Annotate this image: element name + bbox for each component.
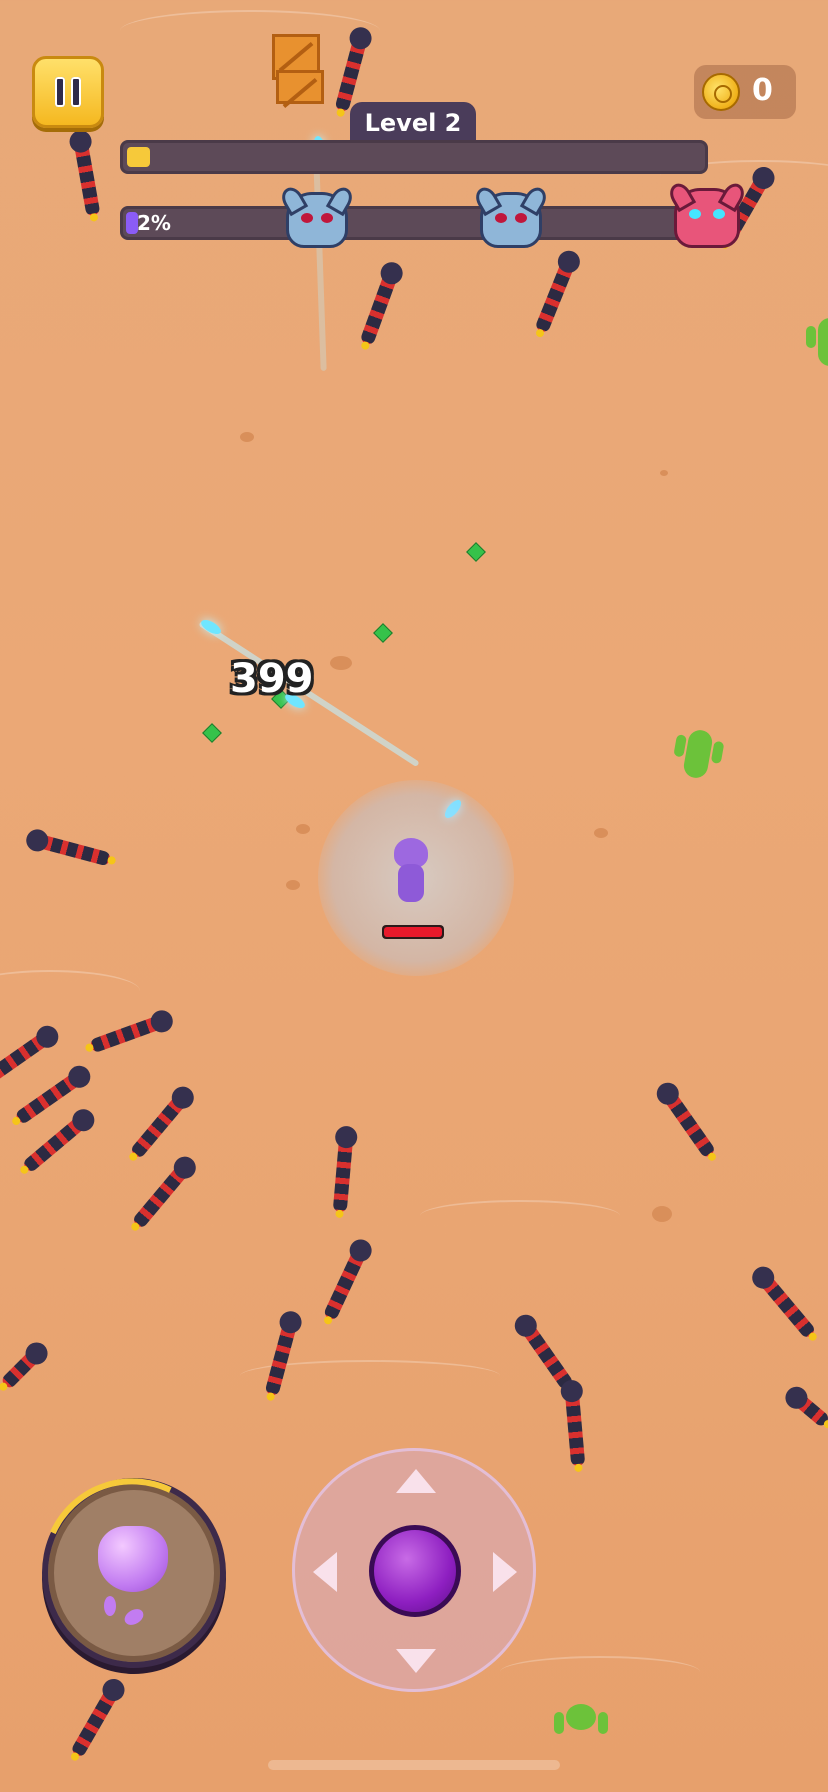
- snake-enemy: [661, 1088, 717, 1160]
- snake-enemy: [88, 1014, 166, 1054]
- boss-marker-skull-icon: [471, 183, 551, 248]
- snake-enemy: [73, 139, 101, 217]
- xp-progress-fill: [127, 147, 150, 167]
- coin-count: 0: [752, 73, 773, 108]
- xp-gem: [373, 623, 393, 643]
- joystick[interactable]: [292, 1448, 536, 1692]
- coin-counter: 0: [694, 65, 796, 119]
- arrow-left-icon: [313, 1552, 337, 1592]
- pebble: [240, 432, 254, 442]
- skill-button[interactable]: [15, 1452, 253, 1694]
- pebble: [330, 656, 352, 670]
- arrow-up-icon: [396, 1469, 436, 1493]
- arrow-down-icon: [396, 1649, 436, 1673]
- snake-enemy: [129, 1092, 189, 1160]
- player-health-fill: [384, 927, 442, 937]
- level-label: Level 2: [350, 102, 476, 142]
- xp-progress-bar: [120, 140, 708, 174]
- pebble: [652, 1206, 672, 1222]
- wooden-crate: [276, 70, 324, 104]
- player-health-bar: [382, 925, 444, 939]
- snake-enemy: [21, 1114, 89, 1174]
- xp-gem: [202, 723, 222, 743]
- xp-gem: [466, 542, 486, 562]
- cactus: [554, 1704, 608, 1734]
- pause-button[interactable]: [32, 56, 104, 128]
- cactus: [806, 318, 828, 366]
- player-wizard: [392, 838, 430, 904]
- pebble: [296, 824, 310, 834]
- snake-enemy: [332, 1135, 354, 1213]
- snake-enemy: [359, 269, 399, 347]
- boss-marker-red-skull-icon: [665, 179, 749, 248]
- frost-trail: [313, 150, 327, 371]
- arrow-right-icon: [493, 1552, 517, 1592]
- pebble: [594, 828, 608, 838]
- coin-icon: [702, 73, 740, 111]
- pebble: [660, 470, 668, 476]
- pause-icon: [55, 77, 65, 107]
- purple-slime-icon: [98, 1526, 168, 1592]
- home-indicator: [268, 1760, 560, 1770]
- snake-enemy: [757, 1272, 817, 1340]
- wave-percent: 2%: [137, 211, 171, 235]
- wave-progress-bar: 2%: [120, 206, 714, 240]
- snake-enemy: [564, 1389, 586, 1467]
- snake-enemy: [791, 1391, 828, 1429]
- snake-enemy: [534, 258, 576, 334]
- snake-enemy: [0, 1030, 53, 1086]
- joystick-knob[interactable]: [369, 1525, 461, 1617]
- pebble: [286, 880, 300, 890]
- snake-enemy: [131, 1162, 191, 1230]
- snake-enemy: [0, 1347, 43, 1391]
- snake-enemy: [69, 1685, 121, 1759]
- snake-enemy: [334, 35, 368, 113]
- boss-marker-skull-icon: [277, 183, 357, 248]
- damage-number: 399: [230, 656, 314, 702]
- cactus: [682, 728, 714, 780]
- snake-enemy: [34, 833, 112, 867]
- snake-enemy: [322, 1246, 368, 1322]
